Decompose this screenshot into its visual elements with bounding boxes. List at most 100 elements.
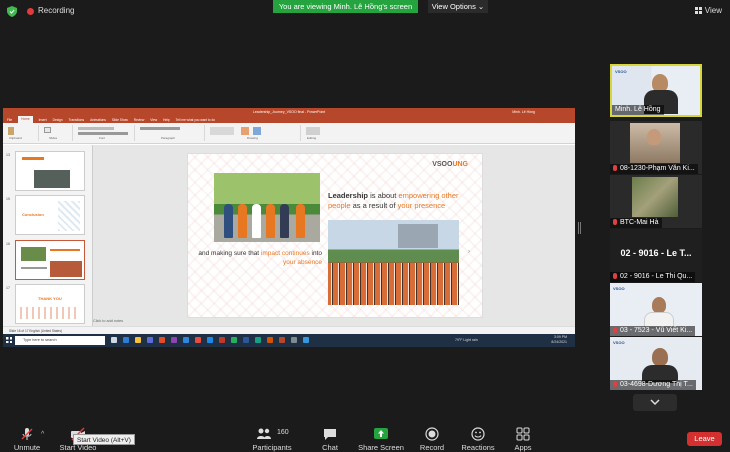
record-button[interactable]: Record: [418, 427, 446, 452]
participant-tile[interactable]: VSOO 03-4698-Dương Thị T...: [610, 337, 702, 390]
shapes-gallery[interactable]: [210, 127, 234, 135]
ribbon-group-label: Font: [99, 136, 106, 140]
ppt-tab[interactable]: View: [150, 118, 157, 122]
slide-thumbnail-pane[interactable]: 13 15 Conclusion 16 17 THANK YOU: [3, 145, 93, 326]
shield-icon[interactable]: [7, 6, 17, 17]
ppt-tab[interactable]: Transitions: [69, 118, 84, 122]
app-icon[interactable]: [195, 337, 201, 343]
outlook-icon[interactable]: [183, 337, 189, 343]
new-slide-icon[interactable]: [44, 127, 51, 133]
ppt-tab[interactable]: Animations: [90, 118, 106, 122]
participant-tile[interactable]: 02 - 9016 - Le T... 02 - 9016 - Le Thi Q…: [610, 229, 702, 282]
participant-name: 02 - 9016 - Le Thi Qu...: [620, 273, 693, 280]
participant-tile[interactable]: VSOO 03 - 7523 - Vũ Viết Ki...: [610, 283, 702, 336]
ppt-title-bar: Leadership_Journey_VSOO final - PowerPoi…: [3, 108, 575, 116]
notes-pane[interactable]: Click to add notes: [93, 319, 123, 323]
slide-thumbnail[interactable]: Conclusion: [15, 195, 85, 235]
leave-button[interactable]: Leave: [687, 432, 722, 446]
quote-highlight: impact continues: [260, 250, 310, 257]
ribbon-group-label: Clipboard: [9, 136, 22, 140]
ppt-tab[interactable]: Design: [53, 118, 63, 122]
participant-name-bar: 08-1230-Phạm Văn Ki...: [610, 164, 698, 174]
powerpoint-icon[interactable]: [279, 337, 285, 343]
ribbon-group-label: Drawing: [247, 136, 259, 140]
find-replace-icon[interactable]: [306, 127, 320, 135]
app-icon[interactable]: [267, 337, 273, 343]
font-name-box[interactable]: [78, 127, 114, 130]
slide-thumbnail-selected[interactable]: [15, 240, 85, 280]
participant-tile[interactable]: 08-1230-Phạm Văn Ki...: [610, 121, 702, 174]
grid-view-icon: [694, 7, 702, 14]
word-icon[interactable]: [243, 337, 249, 343]
view-button[interactable]: View: [694, 6, 722, 15]
chrome-icon[interactable]: [159, 337, 165, 343]
ppt-tab[interactable]: Insert: [39, 118, 47, 122]
windows-start-icon[interactable]: [6, 337, 12, 343]
current-slide[interactable]: VSOOUNG Leadership is about empowering o…: [187, 153, 483, 318]
ppt-tab[interactable]: Review: [134, 118, 144, 122]
scroll-participants-down-button[interactable]: [633, 394, 677, 411]
slide-next-arrow-icon[interactable]: ›: [468, 249, 470, 255]
share-screen-button[interactable]: Share Screen: [358, 427, 404, 452]
thumb-pattern: [20, 307, 80, 319]
taskbar-clock[interactable]: 3:09 PM 8/24/2021: [551, 335, 567, 345]
audio-options-caret-icon[interactable]: ^: [41, 431, 44, 438]
share-screen-label: Share Screen: [358, 443, 404, 452]
taskbar-weather[interactable]: 79°F Light rain: [455, 338, 478, 342]
task-view-icon[interactable]: [111, 337, 117, 343]
thumb-text-line: [21, 267, 47, 269]
smiley-icon: [471, 427, 485, 441]
mic-muted-icon: [613, 273, 617, 279]
teams-icon[interactable]: [147, 337, 153, 343]
paragraph-buttons[interactable]: [140, 127, 180, 130]
app-icon[interactable]: [255, 337, 261, 343]
panel-resize-handle[interactable]: [578, 222, 581, 234]
app-icon[interactable]: [171, 337, 177, 343]
ppt-tab[interactable]: File: [7, 118, 12, 122]
excel-icon[interactable]: [231, 337, 237, 343]
unmute-button[interactable]: Unmute: [12, 427, 42, 452]
participants-button[interactable]: 160 Participants: [252, 427, 292, 452]
participant-name: Minh. Lê Hồng: [612, 105, 664, 115]
participant-name: 03-4698-Dương Thị T...: [620, 381, 693, 388]
ppt-ribbon: Clipboard Slides Font Paragraph Drawing: [3, 123, 575, 144]
reactions-button[interactable]: Reactions: [460, 427, 496, 452]
quick-styles-icon[interactable]: [253, 127, 261, 135]
app-icon[interactable]: [291, 337, 297, 343]
arrange-icon[interactable]: [241, 127, 249, 135]
file-explorer-icon[interactable]: [135, 337, 141, 343]
quote-bold: Leadership: [328, 191, 369, 200]
video-logo: VSOO: [615, 69, 627, 74]
zoom-icon[interactable]: [207, 337, 213, 343]
taskbar-search[interactable]: Type here to search: [15, 336, 105, 345]
recording-label[interactable]: Recording: [38, 6, 74, 15]
app-icon[interactable]: [303, 337, 309, 343]
thumb-number: 16: [6, 242, 10, 246]
participant-tile-active[interactable]: VSOO Minh. Lê Hồng: [610, 64, 702, 117]
slide-logo: VSOOUNG: [432, 161, 468, 168]
view-options-button[interactable]: View Options ⌄: [428, 0, 488, 13]
paste-icon[interactable]: [8, 127, 14, 135]
ppt-tab[interactable]: Help: [163, 118, 170, 122]
mic-muted-icon: [613, 219, 617, 225]
participant-face: [647, 129, 661, 145]
ribbon-group-paragraph: Paragraph: [137, 125, 205, 141]
font-style-buttons[interactable]: [78, 132, 128, 135]
view-label: View: [704, 6, 722, 15]
apps-button[interactable]: Apps: [510, 427, 536, 452]
app-icon[interactable]: [219, 337, 225, 343]
reactions-label: Reactions: [461, 443, 495, 452]
shared-screen[interactable]: Leadership_Journey_VSOO final - PowerPoi…: [3, 108, 575, 347]
slide-thumbnail[interactable]: THANK YOU: [15, 284, 85, 324]
participant-tile[interactable]: BTC-Mai Hà: [610, 175, 702, 228]
ribbon-group-editing: Editing: [303, 125, 333, 141]
record-icon: [425, 427, 439, 441]
chat-button[interactable]: Chat: [317, 427, 343, 452]
ppt-tab[interactable]: Slide Show: [112, 118, 128, 122]
thumb-number: 17: [6, 286, 10, 290]
quote-highlight: your absence: [282, 259, 322, 266]
edge-icon[interactable]: [123, 337, 129, 343]
slide-thumbnail[interactable]: [15, 151, 85, 191]
ppt-tab-active[interactable]: Home: [18, 116, 33, 123]
ppt-tell-me[interactable]: Tell me what you want to do: [176, 118, 215, 122]
